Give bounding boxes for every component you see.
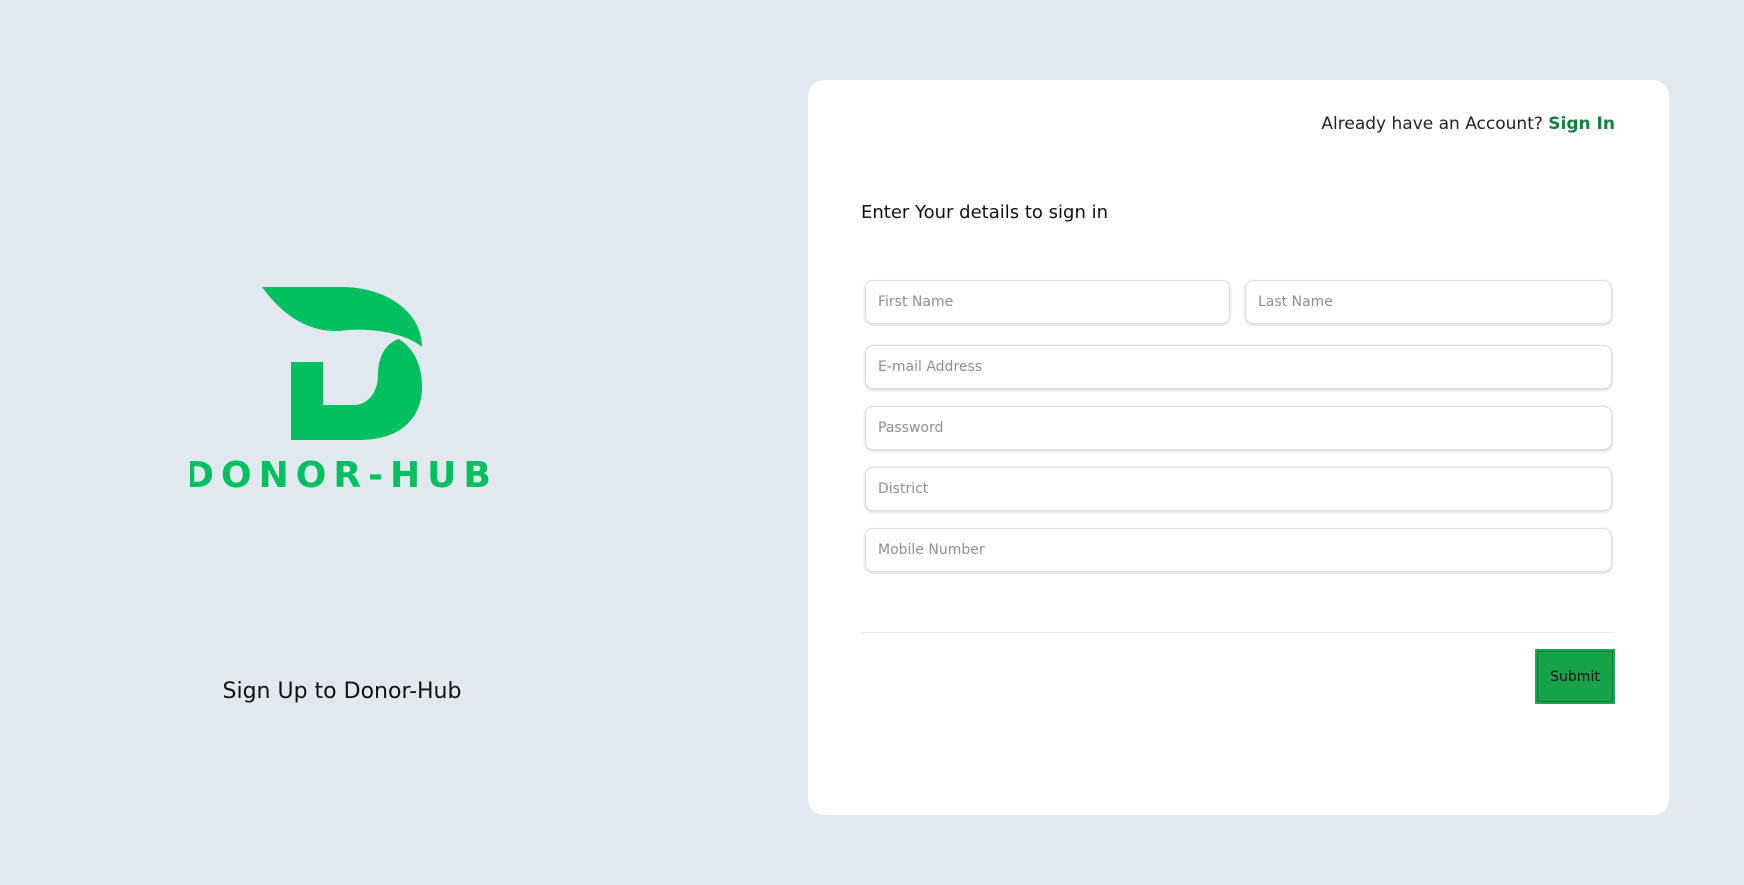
- district-input[interactable]: [865, 467, 1612, 511]
- last-name-input[interactable]: [1245, 280, 1612, 324]
- svg-text:DONOR-HUB: DONOR-HUB: [190, 455, 492, 492]
- password-input[interactable]: [865, 406, 1612, 450]
- submit-button[interactable]: Submit: [1535, 649, 1615, 704]
- mobile-number-input[interactable]: [865, 528, 1612, 572]
- signup-card: Already have an Account? Sign In Enter Y…: [808, 80, 1669, 815]
- signin-prompt: Already have an Account? Sign In: [1321, 114, 1615, 134]
- first-name-input[interactable]: [865, 280, 1230, 324]
- brand-panel: DONOR-HUB Sign Up to Donor-Hub: [0, 0, 684, 885]
- signin-link[interactable]: Sign In: [1548, 114, 1615, 134]
- signin-prompt-text: Already have an Account?: [1321, 114, 1543, 134]
- email-input[interactable]: [865, 345, 1612, 389]
- form-divider: [861, 632, 1615, 633]
- signup-caption: Sign Up to Donor-Hub: [222, 679, 462, 704]
- donor-hub-logo: DONOR-HUB: [190, 282, 492, 492]
- form-heading: Enter Your details to sign in: [861, 202, 1109, 223]
